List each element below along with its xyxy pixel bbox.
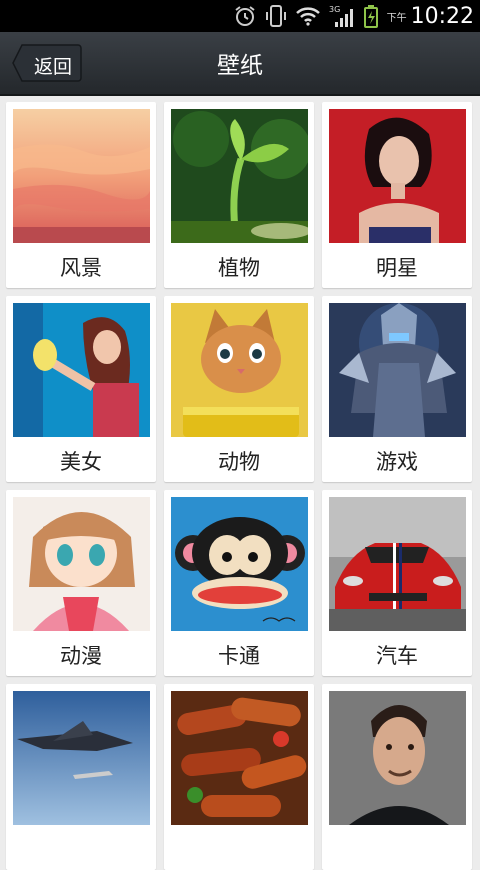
beauty-thumbnail [13,303,150,437]
category-card-scenery[interactable]: 风景 [6,102,156,288]
category-card-animals[interactable]: 动物 [164,296,314,482]
category-label: 植物 [218,256,260,280]
scenery-thumbnail [13,109,150,243]
vibrate-icon [265,4,287,28]
category-label: 卡通 [218,644,260,668]
category-label: 动漫 [60,644,102,668]
ampm-label: 下午 [386,12,407,24]
wifi-icon [295,5,321,27]
category-label: 动物 [218,450,260,474]
men-thumbnail [329,691,466,825]
clock: 10:22 [410,3,474,29]
cartoon-thumbnail [171,497,308,631]
signal-icon: 3G [329,4,355,28]
food-thumbnail [171,691,308,825]
category-card-food[interactable] [164,684,314,870]
alarm-icon [233,4,257,28]
category-card-men[interactable] [322,684,472,870]
celebrity-thumbnail [329,109,466,243]
category-card-anime[interactable]: 动漫 [6,490,156,676]
animals-thumbnail [171,303,308,437]
aircraft-thumbnail [13,691,150,825]
page-title: 壁纸 [217,53,263,79]
category-card-beauty[interactable]: 美女 [6,296,156,482]
category-label: 明星 [376,256,418,280]
battery-icon [363,4,379,28]
category-card-celebrity[interactable]: 明星 [322,102,472,288]
title-bar: 返回 壁纸 [0,32,480,96]
anime-thumbnail [13,497,150,631]
category-card-cars[interactable]: 汽车 [322,490,472,676]
category-card-aircraft[interactable] [6,684,156,870]
category-label: 美女 [60,450,102,474]
category-card-plants[interactable]: 植物 [164,102,314,288]
games-thumbnail [329,303,466,437]
category-label: 风景 [60,256,102,280]
category-label: 游戏 [376,450,418,474]
cars-thumbnail [329,497,466,631]
category-label: 汽车 [376,644,418,668]
network-type-label: 3G [329,5,340,14]
category-card-cartoon[interactable]: 卡通 [164,490,314,676]
plants-thumbnail [171,109,308,243]
status-bar: 3G 下午 10:22 [0,0,480,32]
category-card-games[interactable]: 游戏 [322,296,472,482]
